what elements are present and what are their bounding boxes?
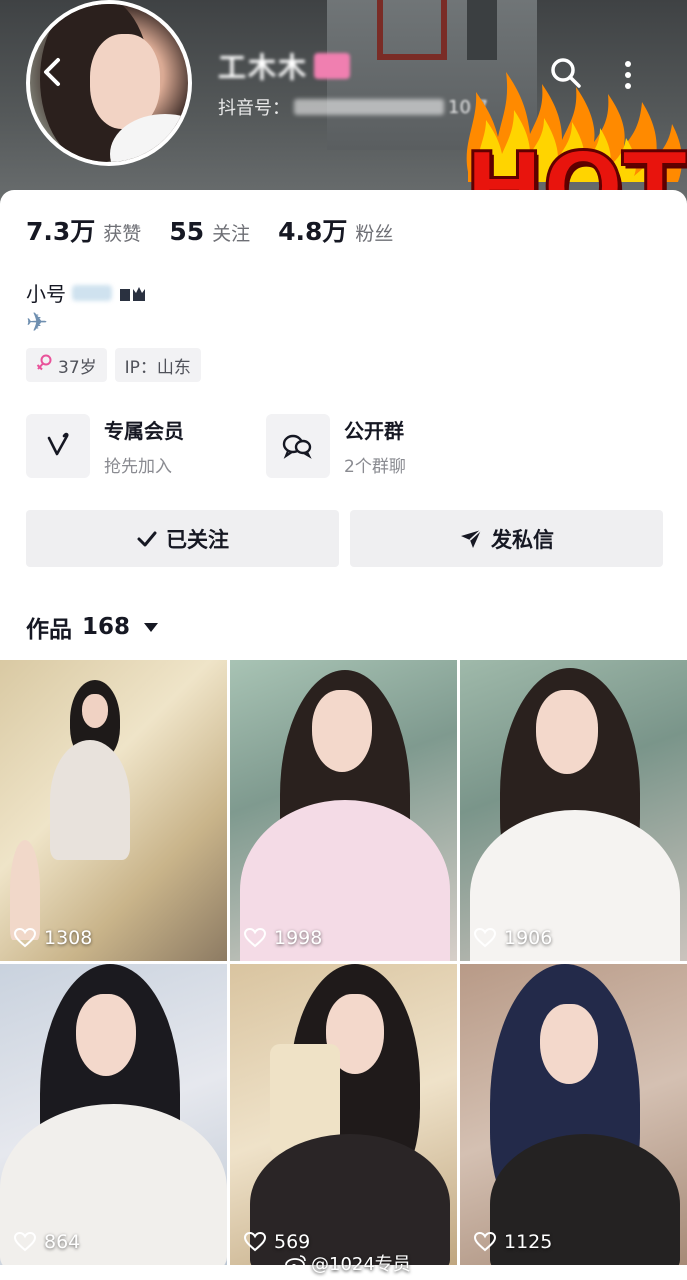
stat-following-value: 55 <box>169 217 205 246</box>
airplane-icon: ✈ <box>26 308 48 338</box>
video-likes-count: 1308 <box>44 927 93 949</box>
age-tag: 37岁 <box>26 348 107 382</box>
heart-icon <box>244 928 266 948</box>
heart-icon <box>14 1232 36 1252</box>
weibo-watermark: @1024专员 <box>285 1250 411 1276</box>
caret-down-icon <box>144 622 159 632</box>
video-likes-count: 1906 <box>504 927 553 949</box>
watermark-text: @1024专员 <box>311 1254 411 1275</box>
video-likes-count: 864 <box>44 1231 81 1253</box>
tags-row: 37岁 IP：山东 <box>26 348 201 382</box>
check-icon <box>137 531 157 546</box>
douyin-id: 抖音号： 10 7 <box>218 94 488 120</box>
video-thumbnail[interactable]: 569 <box>230 964 457 1265</box>
stat-following-label: 关注 <box>212 223 251 245</box>
bio-prefix: 小号 <box>26 282 66 306</box>
features-row: 专属会员 抢先加入 公开群 2个群聊 <box>26 414 456 478</box>
stat-followers[interactable]: 4.8万 粉丝 <box>278 212 393 248</box>
message-button-label: 发私信 <box>491 527 554 552</box>
nickname-text: 工木木 <box>218 51 309 84</box>
stat-followers-value: 4.8万 <box>278 217 348 246</box>
works-title: 作品 <box>26 617 72 643</box>
stat-likes-value: 7.3万 <box>26 217 96 246</box>
back-icon[interactable] <box>36 52 70 92</box>
membership-icon <box>26 414 90 478</box>
followed-button[interactable]: 已关注 <box>26 510 339 567</box>
video-thumbnail[interactable]: 1906 <box>460 660 687 961</box>
video-grid: 1308 1998 1906 864 569 1125 <box>0 660 687 1280</box>
feature-membership-subtitle: 抢先加入 <box>104 457 172 477</box>
video-likes: 1125 <box>474 1231 552 1253</box>
ip-tag: IP：山东 <box>114 348 201 382</box>
feature-group-chat-title: 公开群 <box>344 419 404 443</box>
stats-row: 7.3万 获赞 55 关注 4.8万 粉丝 <box>26 212 393 248</box>
profile-card: 7.3万 获赞 55 关注 4.8万 粉丝 小号 ✈ 37岁 IP：山东 专属会… <box>0 190 687 660</box>
video-likes: 1906 <box>474 927 552 949</box>
feature-membership[interactable]: 专属会员 抢先加入 <box>26 414 216 478</box>
send-icon <box>461 528 482 548</box>
message-button[interactable]: 发私信 <box>350 510 663 567</box>
header-background-door <box>377 0 447 60</box>
douyin-id-blur <box>294 99 444 115</box>
female-icon <box>36 354 52 377</box>
stat-followers-label: 粉丝 <box>355 223 394 245</box>
age-text: 37岁 <box>58 357 97 378</box>
stat-likes-label: 获赞 <box>103 223 142 245</box>
header-background-pillar <box>467 0 497 60</box>
heart-icon <box>244 1232 266 1252</box>
video-thumbnail[interactable]: 1308 <box>0 660 227 961</box>
nickname: 工木木 <box>218 48 351 84</box>
ip-text: IP：山东 <box>124 357 191 378</box>
feature-group-chat[interactable]: 公开群 2个群聊 <box>266 414 456 478</box>
nickname-blur <box>314 53 351 79</box>
works-count: 168 <box>82 614 131 640</box>
video-likes: 864 <box>14 1231 80 1253</box>
video-thumbnail[interactable]: 1998 <box>230 660 457 961</box>
followed-button-label: 已关注 <box>166 527 229 552</box>
video-thumbnail[interactable]: 1125 <box>460 964 687 1265</box>
bio-blur <box>72 284 112 301</box>
stat-likes[interactable]: 7.3万 获赞 <box>26 212 141 248</box>
video-thumbnail[interactable]: 864 <box>0 964 227 1265</box>
douyin-id-label: 抖音号： <box>218 98 290 119</box>
video-likes-count: 1998 <box>274 927 323 949</box>
works-tab[interactable]: 作品 168 <box>26 610 159 644</box>
feature-membership-title: 专属会员 <box>104 419 184 443</box>
group-chat-icon <box>266 414 330 478</box>
weibo-icon <box>285 1255 306 1272</box>
video-likes: 1998 <box>244 927 322 949</box>
crown-icon <box>120 286 145 301</box>
heart-icon <box>474 1232 496 1252</box>
video-likes-count: 1125 <box>504 1231 553 1253</box>
heart-icon <box>14 928 36 948</box>
action-buttons: 已关注 发私信 <box>26 510 663 567</box>
stat-following[interactable]: 55 关注 <box>169 217 250 246</box>
heart-icon <box>474 928 496 948</box>
bio: 小号 <box>26 278 146 307</box>
video-likes: 1308 <box>14 927 92 949</box>
feature-group-chat-subtitle: 2个群聊 <box>344 457 406 477</box>
